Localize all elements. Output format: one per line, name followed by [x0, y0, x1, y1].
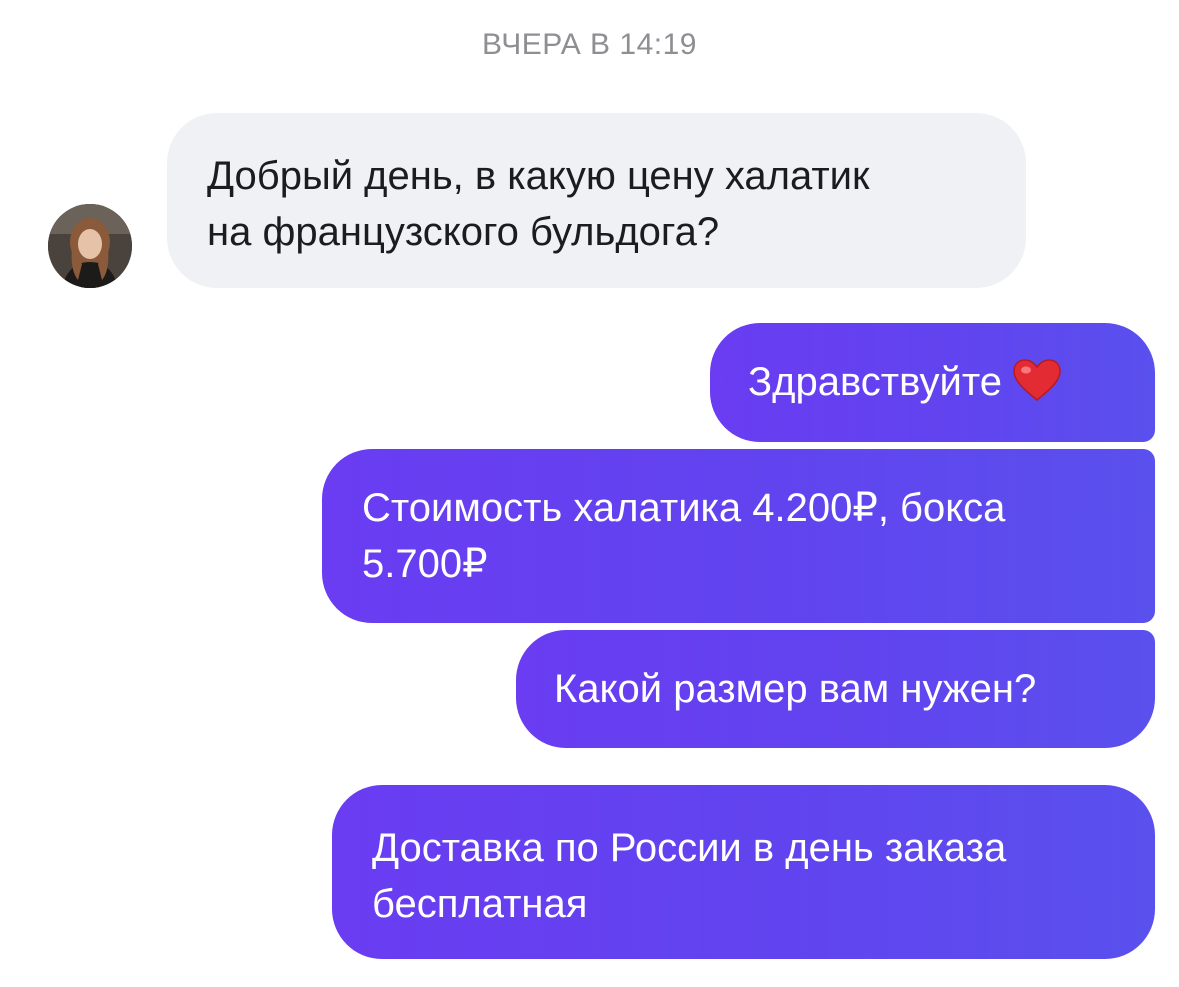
outgoing-message[interactable]: Стоимость халатика 4.200₽, бокса 5.700₽: [322, 449, 1155, 623]
message-line: Здравствуйте: [748, 360, 1002, 404]
outgoing-message[interactable]: Какой размер вам нужен?: [516, 630, 1155, 748]
message-line: бесплатная: [372, 882, 588, 926]
outgoing-message[interactable]: Здравствуйте: [710, 323, 1155, 442]
message-line: на французского бульдога?: [207, 210, 720, 254]
incoming-message[interactable]: Добрый день, в какую цену халатик на фра…: [167, 113, 1026, 288]
outgoing-message[interactable]: Доставка по России в день заказа бесплат…: [332, 785, 1155, 959]
message-line: Какой размер вам нужен?: [554, 667, 1037, 711]
message-line: Добрый день, в какую цену халатик: [207, 154, 870, 198]
message-line: 5.700₽: [362, 542, 488, 586]
heart-icon: [1012, 358, 1062, 402]
message-line: Доставка по России в день заказа: [372, 826, 1007, 870]
message-line: Стоимость халатика 4.200₽, бокса: [362, 486, 1006, 530]
message-timestamp: ВЧЕРА В 14:19: [482, 28, 697, 61]
contact-avatar[interactable]: [48, 204, 132, 288]
